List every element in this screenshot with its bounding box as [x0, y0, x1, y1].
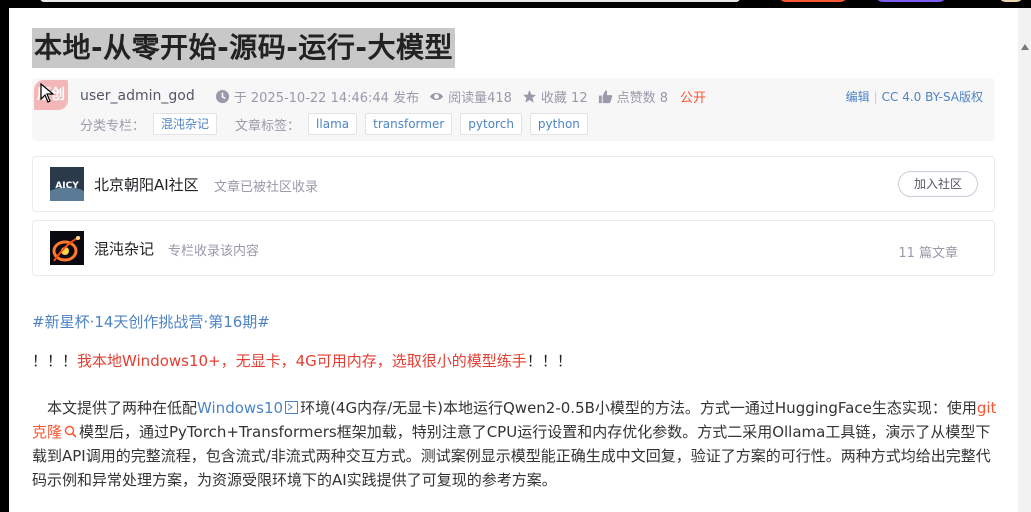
column-article-count: 11 篇文章: [898, 246, 958, 261]
tag-pytorch[interactable]: pytorch: [460, 113, 522, 135]
summary-part-1: 本文提供了两种在低配: [47, 399, 198, 417]
external-link-icon: [285, 401, 299, 414]
notice-text: 我本地Windows10+，无显卡，4G可用内存，选取很小的模型练手: [77, 352, 527, 370]
eye-icon: [430, 92, 444, 100]
toolbar-button-purple[interactable]: [875, 0, 947, 2]
community-logo-icon: AICY: [50, 167, 84, 201]
toolbar-button-orange[interactable]: [778, 0, 848, 2]
column-card[interactable]: 混沌杂记 专栏收录该内容 11 篇文章: [32, 220, 995, 276]
notice-prefix: ！！！: [32, 352, 78, 370]
column-cover-icon: [50, 231, 84, 265]
scroll-up-arrow-icon[interactable]: [1021, 44, 1029, 50]
column-desc: 专栏收录该内容: [168, 244, 260, 259]
thumbs-up-icon: [598, 89, 612, 103]
article-meta-box: 原创 user_admin_god 于 2025-10-22 14:46:44 …: [32, 78, 995, 141]
join-community-button[interactable]: 加入社区: [898, 171, 978, 197]
scrollbar-track[interactable]: [1018, 8, 1031, 512]
article-title: 本地-从零开始-源码-运行-大模型: [32, 28, 455, 68]
read-count: 阅读量418: [429, 87, 512, 106]
notice-suffix: ！！！: [526, 352, 572, 370]
summary-part-3: 模型后，通过PyTorch+Transformers框架加载，特别注意了CPU运…: [32, 423, 991, 489]
column-name[interactable]: 混沌杂记: [94, 238, 154, 259]
community-name[interactable]: 北京朝阳AI社区: [94, 174, 199, 195]
category-row: 分类专栏： 混沌杂记 文章标签： llama transformer pytor…: [80, 113, 596, 135]
edit-link[interactable]: 编辑: [846, 90, 870, 104]
summary-part-2: 环境(4G内存/无显卡)本地运行Qwen2-0.5B小模型的方法。方式一通过Hu…: [300, 399, 977, 417]
license-link[interactable]: CC 4.0 BY-SA版权: [882, 90, 983, 104]
visibility-status: 公开: [680, 90, 707, 106]
meta-row: user_admin_god 于 2025-10-22 14:46:44 发布 …: [80, 87, 707, 106]
like-count[interactable]: 点赞数 8: [598, 87, 668, 106]
svg-text:AICY: AICY: [55, 181, 79, 191]
tag-transformer[interactable]: transformer: [365, 113, 453, 135]
windows10-link[interactable]: Windows10: [197, 399, 283, 417]
author-name[interactable]: user_admin_god: [80, 88, 195, 104]
community-desc: 文章已被社区收录: [214, 180, 319, 195]
summary-paragraph: 本文提供了两种在低配Windows10 环境(4G内存/无显卡)本地运行Qwen2…: [32, 396, 1000, 492]
mouse-cursor-icon: [40, 83, 55, 103]
collect-count[interactable]: 收藏 12: [522, 87, 588, 106]
article-page: 本地-从零开始-源码-运行-大模型 原创 user_admin_god 于 20…: [9, 8, 1018, 512]
tag-llama[interactable]: llama: [308, 113, 358, 135]
publish-date: 于 2025-10-22 14:46:44 发布: [233, 90, 420, 106]
star-icon: [522, 89, 536, 103]
collect-count-label: 收藏 12: [540, 90, 588, 106]
column-tag[interactable]: 混沌杂记: [153, 113, 218, 135]
read-count-label: 阅读量418: [448, 90, 512, 106]
tags-label: 文章标签：: [235, 118, 301, 134]
community-card[interactable]: AICY 北京朝阳AI社区 文章已被社区收录 加入社区: [32, 156, 995, 212]
activity-hashtag[interactable]: #新星杯·14天创作挑战营·第16期#: [32, 311, 270, 332]
publish-time: 于 2025-10-22 14:46:44 发布: [215, 87, 419, 106]
search-icon[interactable]: [64, 425, 77, 438]
toolbar-edge: [40, 0, 740, 2]
meta-tools: 编辑 | CC 4.0 BY-SA版权: [845, 90, 983, 104]
browser-top-strip: [0, 0, 1031, 8]
user-avatar[interactable]: [998, 0, 1024, 2]
notice-line: ！！！我本地Windows10+，无显卡，4G可用内存，选取很小的模型练手！！！: [32, 350, 572, 371]
column-label: 分类专栏：: [80, 118, 146, 134]
tag-python[interactable]: python: [529, 113, 588, 135]
like-count-label: 点赞数 8: [616, 90, 669, 106]
clock-icon: [215, 89, 229, 103]
